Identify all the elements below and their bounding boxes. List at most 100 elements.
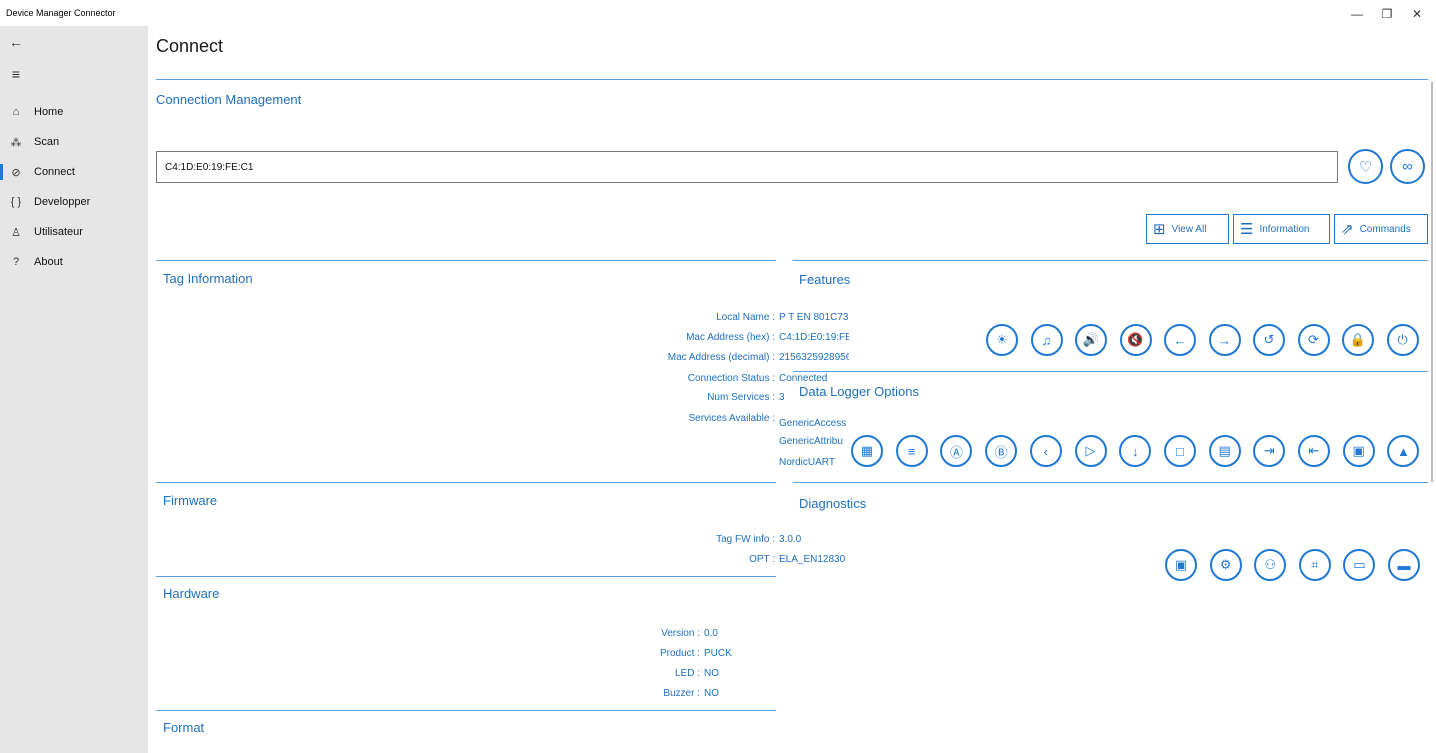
commands-button[interactable]: ⇗ Commands bbox=[1334, 214, 1428, 244]
link-icon: ∞ bbox=[1402, 158, 1413, 175]
play-icon: ▷ bbox=[1085, 443, 1096, 458]
commands-label: Commands bbox=[1359, 223, 1411, 235]
page-title: Connect bbox=[156, 36, 224, 56]
info-row: Mac Address (decimal) :2156325928956 bbox=[667, 352, 849, 363]
restore-button[interactable]: ❐ bbox=[1372, 4, 1402, 24]
export-button[interactable]: ⇥ bbox=[1253, 435, 1286, 467]
tag-information-title: Tag Information bbox=[163, 271, 253, 286]
sidebar-item-connect[interactable]: ⊘ Connect bbox=[0, 158, 148, 186]
arrow-right-icon: → bbox=[1218, 332, 1231, 348]
download-icon: ↓ bbox=[1131, 443, 1139, 459]
import-button[interactable]: ⇤ bbox=[1298, 435, 1330, 467]
sidebar-item-utilisateur[interactable]: ♙ Utilisateur bbox=[0, 218, 148, 246]
data-logger-title: Data Logger Options bbox=[799, 384, 919, 399]
sidebar-item-home[interactable]: ⌂ Home bbox=[0, 98, 148, 126]
view-all-button[interactable]: ⊞ View All bbox=[1146, 214, 1229, 244]
power-button[interactable]: ⏻ bbox=[1386, 324, 1419, 356]
hamburger-menu-icon[interactable]: ≡ bbox=[8, 66, 24, 82]
divider bbox=[793, 371, 1428, 372]
sidebar: ← ≡ ⌂ Home ⁂ Scan ⊘ Connect { } Developp… bbox=[0, 26, 148, 753]
info-row: Services Available : GenericAccess bbox=[688, 413, 847, 427]
lock-icon: 🔒 bbox=[1349, 332, 1367, 347]
report-icon: ▣ bbox=[1352, 443, 1365, 458]
scan-icon: ⁂ bbox=[10, 136, 22, 149]
volume-button[interactable]: 🔊 bbox=[1075, 324, 1107, 356]
information-button[interactable]: ☰ Information bbox=[1233, 214, 1330, 244]
settings-sliders-button[interactable]: ≡ bbox=[895, 435, 928, 467]
light-icon: ☀ bbox=[996, 332, 1008, 347]
sidebar-item-label: Utilisateur bbox=[34, 226, 83, 238]
back-icon: ‹ bbox=[1043, 443, 1048, 459]
info-row: NordicUART bbox=[779, 457, 835, 468]
export-icon: ⇥ bbox=[1263, 443, 1275, 458]
question-icon: ? bbox=[12, 256, 20, 268]
battery-button[interactable]: ▬ bbox=[1388, 549, 1420, 581]
bell-off-icon: ♫ bbox=[1041, 332, 1052, 348]
bell-off-button[interactable]: ♫ bbox=[1030, 324, 1063, 356]
b-button[interactable]: Ⓑ bbox=[985, 435, 1018, 467]
arrow-left-icon: ← bbox=[1173, 332, 1187, 348]
mute-icon: 🔇 bbox=[1127, 332, 1144, 347]
a-button[interactable]: Ⓐ bbox=[940, 435, 973, 467]
info-row: GenericAttribu bbox=[779, 436, 843, 447]
arrow-left-button[interactable]: ← bbox=[1164, 324, 1196, 356]
chip-button[interactable]: ▣ bbox=[1165, 549, 1197, 581]
import-icon: ⇤ bbox=[1308, 443, 1320, 458]
scan-settings-icon: ⌗ bbox=[1311, 557, 1319, 572]
b-icon: Ⓑ bbox=[994, 444, 1008, 460]
back-button[interactable]: ‹ bbox=[1029, 435, 1062, 467]
sidebar-item-about[interactable]: ? About bbox=[0, 248, 148, 276]
download-button[interactable]: ↓ bbox=[1119, 435, 1152, 467]
sidebar-item-scan[interactable]: ⁂ Scan bbox=[0, 128, 148, 156]
scrollbar[interactable] bbox=[1431, 82, 1433, 482]
connect-icon: ⊘ bbox=[11, 166, 21, 179]
monitor-button[interactable]: ▭ bbox=[1343, 549, 1376, 581]
divider bbox=[156, 79, 1428, 80]
user-settings-icon: ⚇ bbox=[1264, 557, 1277, 572]
features-title: Features bbox=[799, 272, 851, 287]
arrow-right-button[interactable]: → bbox=[1208, 324, 1241, 356]
view-all-label: View All bbox=[1171, 223, 1207, 235]
info-row: Version :0.0 bbox=[661, 628, 718, 639]
play-button[interactable]: ▷ bbox=[1074, 435, 1107, 467]
info-row: Mac Address (hex) :C4:1D:E0:19:FE:C bbox=[686, 332, 849, 343]
chart-button[interactable]: ▦ bbox=[851, 435, 883, 467]
calendar-button[interactable]: ▤ bbox=[1208, 435, 1241, 467]
title-bar: Device Manager Connector — ❐ ✕ bbox=[0, 0, 1436, 26]
sync-off-button[interactable]: ⟳ bbox=[1297, 324, 1330, 356]
address-input[interactable]: C4:1D:E0:19:FE:C1 bbox=[156, 151, 1338, 183]
mute-button[interactable]: 🔇 bbox=[1119, 324, 1152, 356]
divider bbox=[793, 260, 1428, 261]
report-button[interactable]: ▣ bbox=[1342, 435, 1375, 467]
sync-off-icon: ⟳ bbox=[1308, 332, 1319, 347]
battery-icon: ▬ bbox=[1397, 557, 1411, 573]
lock-button[interactable]: 🔒 bbox=[1342, 324, 1374, 356]
minimize-button[interactable]: — bbox=[1342, 4, 1372, 24]
stop-icon: □ bbox=[1175, 443, 1184, 459]
monitor-icon: ▭ bbox=[1353, 557, 1366, 572]
info-row: Local Name :P T EN 801C73 bbox=[716, 312, 849, 323]
back-arrow-icon[interactable]: ← bbox=[8, 34, 24, 50]
sidebar-item-label: Connect bbox=[34, 166, 75, 178]
info-row: Product : PUCK bbox=[659, 648, 732, 659]
stop-button[interactable]: □ bbox=[1163, 435, 1196, 467]
information-label: Information bbox=[1259, 223, 1310, 235]
light-button[interactable]: ☀ bbox=[986, 324, 1018, 356]
scan-settings-button[interactable]: ⌗ bbox=[1298, 549, 1331, 581]
connect-button[interactable]: ∞ bbox=[1390, 149, 1425, 184]
info-row: Tag FW info :3.0.0 bbox=[716, 534, 802, 545]
user-settings-button[interactable]: ⚇ bbox=[1254, 549, 1287, 581]
main-content: Connect Connection Management C4:1D:E0:1… bbox=[148, 26, 1436, 753]
device-refresh-button[interactable]: ↺ bbox=[1253, 324, 1285, 356]
sidebar-item-developper[interactable]: { } Developper bbox=[0, 188, 148, 216]
power-icon: ⏻ bbox=[1397, 332, 1408, 347]
favorite-button[interactable]: ♡ bbox=[1348, 149, 1383, 184]
chart-icon: ▦ bbox=[860, 443, 874, 458]
connection-management-title: Connection Management bbox=[156, 92, 302, 107]
info-row: Buzzer : NO bbox=[663, 688, 719, 699]
info-row: OPT : ELA_EN12830 bbox=[749, 554, 846, 565]
graph-icon: ▲ bbox=[1396, 443, 1410, 459]
close-button[interactable]: ✕ bbox=[1402, 4, 1432, 24]
gears-button[interactable]: ⚙ bbox=[1209, 549, 1242, 581]
graph-button[interactable]: ▲ bbox=[1387, 435, 1420, 467]
